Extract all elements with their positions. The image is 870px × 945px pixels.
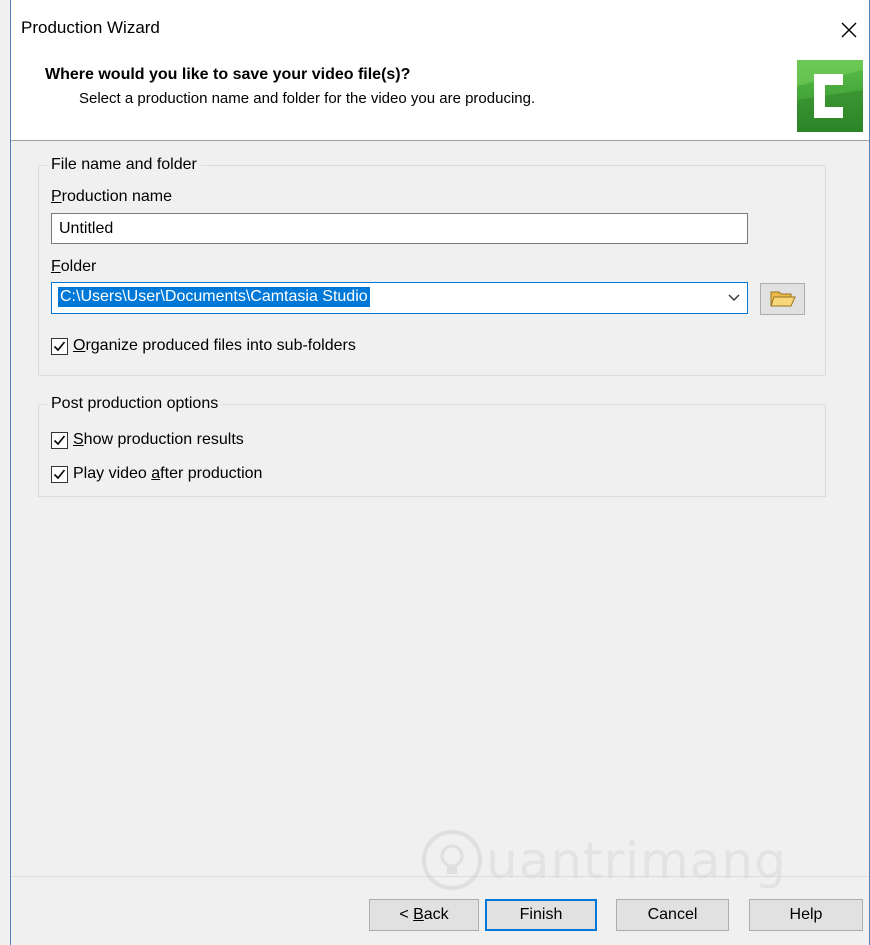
show-results-checkbox[interactable] bbox=[51, 431, 68, 449]
folder-combobox[interactable]: C:\Users\User\Documents\Camtasia Studio bbox=[51, 282, 748, 314]
show-results-mnemonic: S bbox=[73, 431, 84, 448]
play-video-mnemonic: a bbox=[151, 465, 161, 482]
organize-mnemonic: O bbox=[73, 337, 86, 354]
close-icon bbox=[841, 22, 857, 38]
camtasia-logo-icon bbox=[797, 60, 863, 132]
organize-checkbox-row[interactable]: Organize produced files into sub-folders bbox=[51, 337, 356, 355]
close-button[interactable] bbox=[829, 10, 869, 50]
folder-value: C:\Users\User\Documents\Camtasia Studio bbox=[58, 287, 370, 307]
folder-label-rest: older bbox=[60, 258, 97, 275]
title-bar: Production Wizard bbox=[11, 0, 869, 60]
page-subheading: Select a production name and folder for … bbox=[79, 90, 536, 107]
checkmark-icon bbox=[53, 468, 66, 479]
back-mnemonic: B bbox=[413, 906, 424, 923]
production-name-label: Production name bbox=[51, 188, 172, 206]
back-label-rest: ack bbox=[423, 906, 449, 923]
production-name-input[interactable] bbox=[51, 213, 748, 244]
folder-open-icon bbox=[769, 291, 796, 307]
footer-divider bbox=[11, 876, 869, 877]
back-label-pre: < bbox=[399, 906, 414, 923]
show-results-label-rest: how production results bbox=[83, 431, 244, 448]
watermark: uantrimang bbox=[416, 822, 816, 902]
page-heading: Where would you like to save your video … bbox=[45, 66, 411, 83]
help-button[interactable]: Help bbox=[749, 899, 863, 931]
play-video-checkbox-row[interactable]: Play video after production bbox=[51, 465, 262, 483]
finish-button[interactable]: Finish bbox=[485, 899, 597, 931]
organize-label-rest: rganize produced files into sub-folders bbox=[85, 337, 356, 354]
play-video-label: Play video after production bbox=[73, 465, 262, 483]
browse-folder-button[interactable] bbox=[760, 283, 805, 315]
wizard-header: Where would you like to save your video … bbox=[11, 60, 869, 141]
folder-label: Folder bbox=[51, 258, 96, 276]
cancel-button[interactable]: Cancel bbox=[616, 899, 729, 931]
checkmark-icon bbox=[53, 434, 66, 445]
help-label: Help bbox=[789, 906, 823, 923]
watermark-text: uantrimang bbox=[486, 832, 787, 890]
production-name-mnemonic: P bbox=[51, 188, 62, 205]
window-title: Production Wizard bbox=[21, 18, 160, 37]
back-button[interactable]: < Back bbox=[369, 899, 479, 931]
play-video-label-rest: fter production bbox=[160, 465, 263, 482]
production-wizard-window: Production Wizard Where would you like t… bbox=[10, 0, 870, 945]
show-results-checkbox-row[interactable]: Show production results bbox=[51, 431, 244, 449]
lightbulb-icon bbox=[422, 830, 482, 890]
finish-label: Finish bbox=[519, 906, 563, 923]
file-group-legend: File name and folder bbox=[51, 156, 197, 173]
post-group-legend: Post production options bbox=[51, 395, 219, 412]
folder-mnemonic: F bbox=[51, 258, 61, 275]
organize-label: Organize produced files into sub-folders bbox=[73, 337, 356, 355]
chevron-down-icon[interactable] bbox=[727, 291, 741, 305]
play-video-label-pre: Play video bbox=[73, 465, 152, 482]
production-name-label-rest: roduction name bbox=[61, 188, 172, 205]
checkmark-icon bbox=[53, 340, 66, 351]
cancel-label: Cancel bbox=[647, 906, 698, 923]
play-video-checkbox[interactable] bbox=[51, 465, 68, 483]
organize-checkbox[interactable] bbox=[51, 337, 68, 355]
show-results-label: Show production results bbox=[73, 431, 244, 449]
